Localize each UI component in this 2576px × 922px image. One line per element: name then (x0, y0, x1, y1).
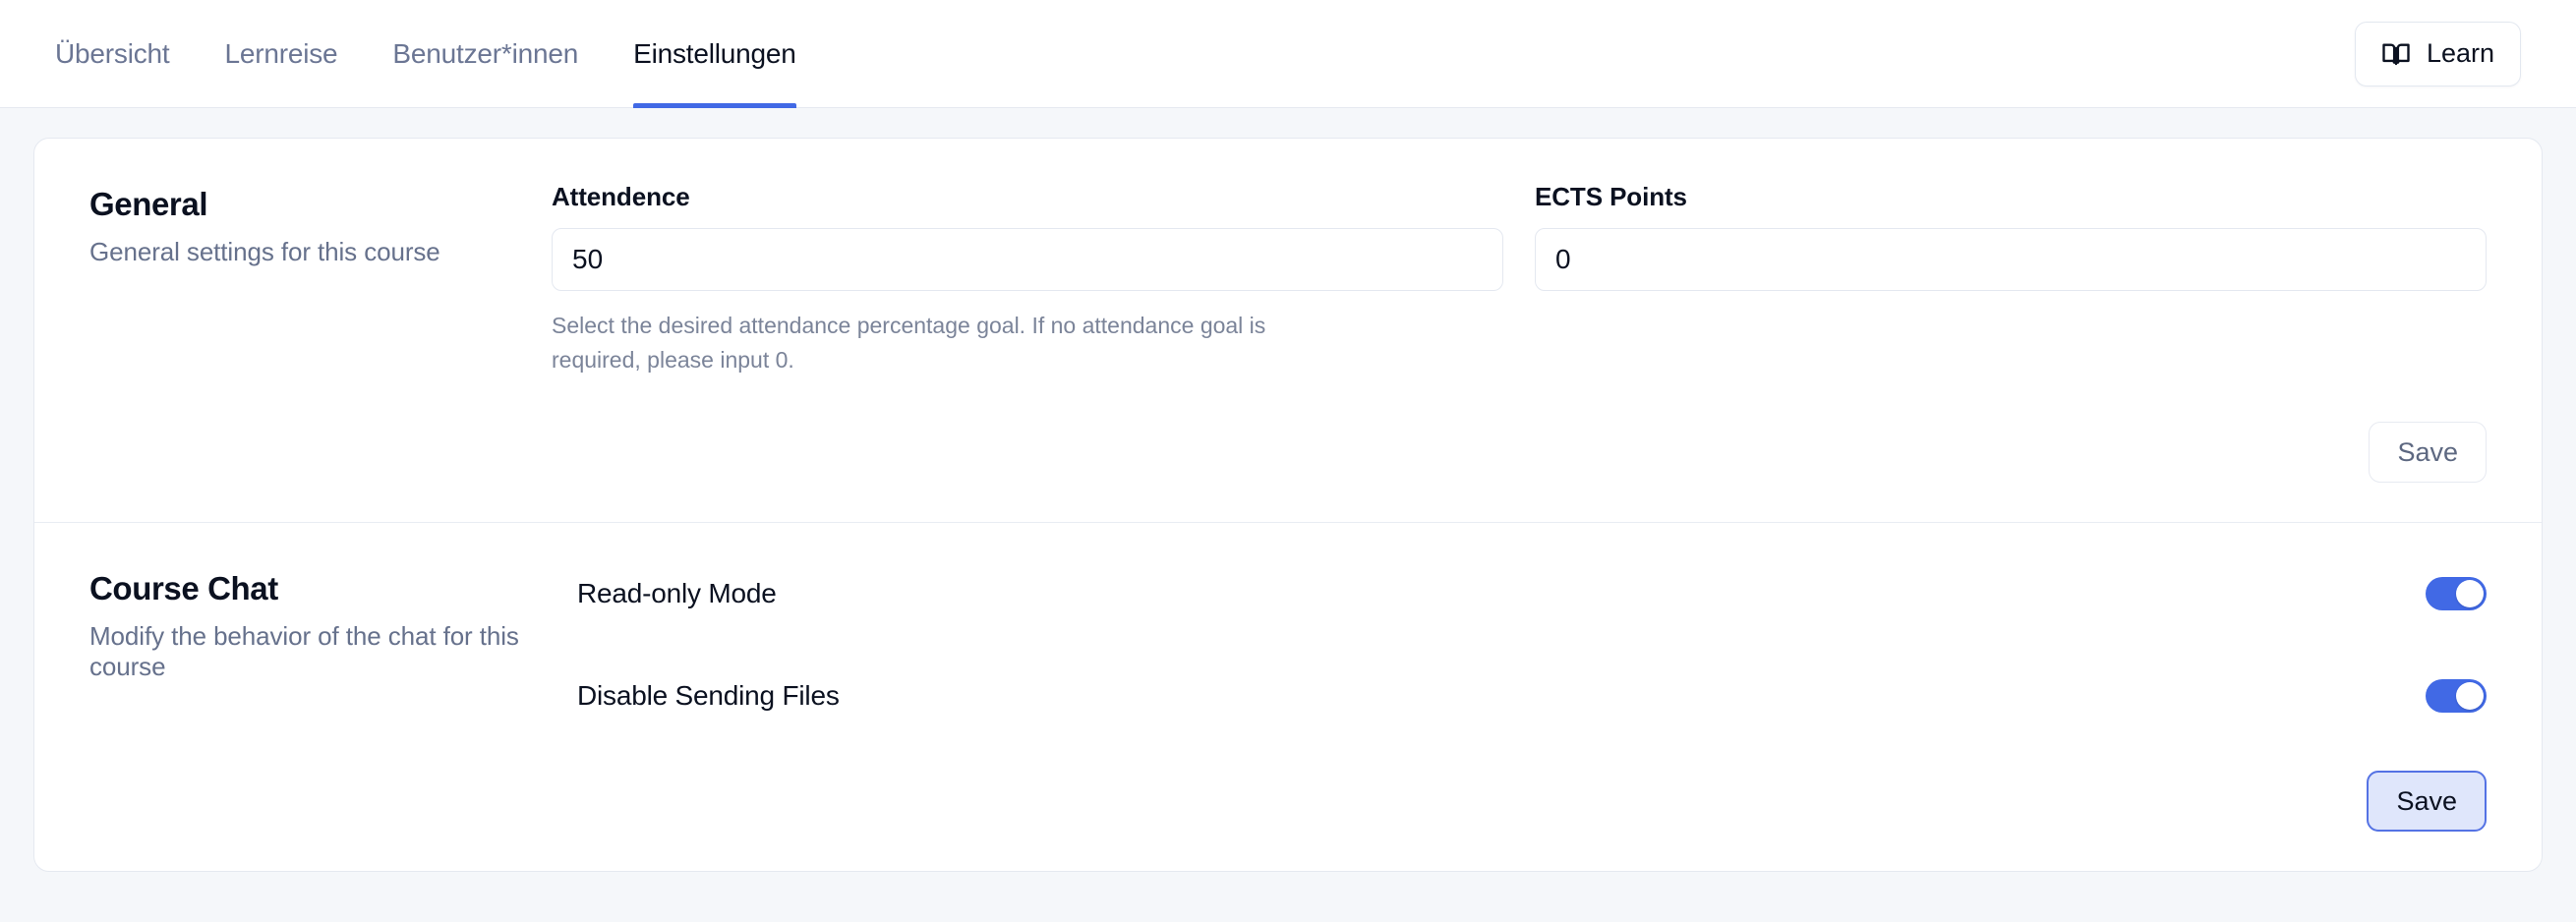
general-save-button[interactable]: Save (2369, 422, 2487, 483)
attendence-help-text: Select the desired attendance percentage… (552, 313, 1266, 373)
ects-points-label: ECTS Points (1535, 182, 1687, 211)
tab-einstellungen[interactable]: Einstellungen (606, 0, 824, 108)
section-course-chat-body: Read-only Mode Disable Sending Files Sav… (552, 566, 2487, 832)
tab-benutzerinnen[interactable]: Benutzer*innen (365, 0, 606, 108)
ects-points-input[interactable] (1535, 228, 2487, 291)
learn-button[interactable]: Learn (2354, 21, 2521, 86)
read-only-mode-toggle[interactable] (2426, 577, 2487, 610)
open-book-icon (2381, 39, 2411, 69)
section-general-body: Attendence Select the desired attendance… (552, 182, 2487, 483)
disable-sending-files-label: Disable Sending Files (577, 680, 840, 711)
page-content: General General settings for this course… (0, 108, 2576, 872)
section-general-title: General (89, 186, 208, 222)
section-general-info: General General settings for this course (89, 182, 552, 483)
tab-uebersicht[interactable]: Übersicht (55, 0, 197, 108)
disable-sending-files-toggle[interactable] (2426, 679, 2487, 713)
attendence-input[interactable] (552, 228, 1503, 291)
general-fields-row: Attendence Select the desired attendance… (552, 182, 2487, 376)
course-chat-save-button[interactable]: Save (2367, 771, 2487, 832)
tab-label: Übersicht (55, 37, 170, 69)
section-course-chat-description: Modify the behavior of the chat for this… (89, 621, 519, 681)
learn-button-label: Learn (2426, 38, 2494, 68)
ects-points-field-group: ECTS Points (1535, 182, 2487, 376)
read-only-mode-row: Read-only Mode (552, 566, 2487, 621)
section-course-chat-info: Course Chat Modify the behavior of the c… (89, 566, 552, 832)
tab-label: Benutzer*innen (392, 37, 579, 69)
course-chat-actions: Save (552, 771, 2487, 832)
top-header: Übersicht Lernreise Benutzer*innen Einst… (0, 0, 2576, 108)
attendence-field-group: Attendence Select the desired attendance… (552, 182, 1503, 376)
disable-sending-files-row: Disable Sending Files (552, 668, 2487, 723)
tab-bar: Übersicht Lernreise Benutzer*innen Einst… (55, 0, 824, 108)
tab-lernreise[interactable]: Lernreise (197, 0, 365, 108)
settings-card: General General settings for this course… (33, 138, 2543, 872)
tab-label: Lernreise (224, 37, 338, 69)
attendence-label: Attendence (552, 182, 690, 211)
tab-label: Einstellungen (633, 37, 796, 69)
section-general: General General settings for this course… (34, 139, 2542, 522)
section-general-description: General settings for this course (89, 237, 440, 266)
toggle-knob (2456, 682, 2484, 710)
toggle-knob (2456, 580, 2484, 607)
section-course-chat: Course Chat Modify the behavior of the c… (34, 522, 2542, 871)
general-actions: Save (552, 422, 2487, 483)
read-only-mode-label: Read-only Mode (577, 578, 777, 608)
section-course-chat-title: Course Chat (89, 570, 278, 606)
